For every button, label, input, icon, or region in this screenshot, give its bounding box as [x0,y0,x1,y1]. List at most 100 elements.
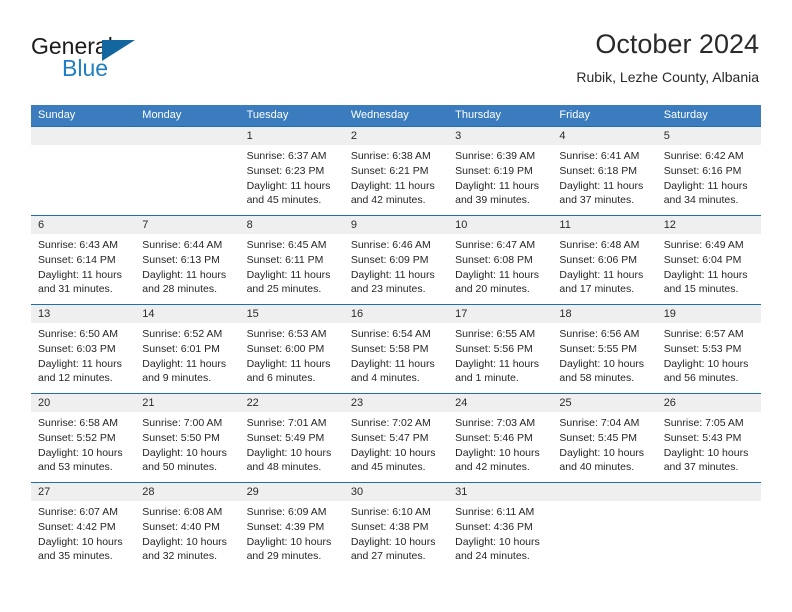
day-cell[interactable] [552,501,656,571]
day-number[interactable]: 27 [31,483,135,501]
day-cell[interactable]: Sunrise: 6:57 AM Sunset: 5:53 PM Dayligh… [657,323,761,393]
day-cell[interactable]: Sunrise: 7:05 AM Sunset: 5:43 PM Dayligh… [657,412,761,482]
day-number[interactable]: 12 [657,216,761,234]
day-number[interactable]: 19 [657,305,761,323]
day-cell[interactable]: Sunrise: 6:42 AM Sunset: 6:16 PM Dayligh… [657,145,761,215]
day-cell[interactable]: Sunrise: 7:03 AM Sunset: 5:46 PM Dayligh… [448,412,552,482]
day-number[interactable]: 26 [657,394,761,412]
day-cell[interactable]: Sunrise: 6:45 AM Sunset: 6:11 PM Dayligh… [240,234,344,304]
day-number[interactable]: 5 [657,127,761,145]
day-cell[interactable]: Sunrise: 6:50 AM Sunset: 6:03 PM Dayligh… [31,323,135,393]
day-number[interactable] [135,127,239,145]
sunset-text: Sunset: 6:13 PM [142,253,220,266]
sunrise-text: Sunrise: 6:53 AM [246,328,327,340]
day-number[interactable]: 6 [31,216,135,234]
day-cell[interactable]: Sunrise: 6:46 AM Sunset: 6:09 PM Dayligh… [344,234,448,304]
day-cell[interactable]: Sunrise: 6:41 AM Sunset: 6:18 PM Dayligh… [552,145,656,215]
day-cell[interactable]: Sunrise: 6:44 AM Sunset: 6:13 PM Dayligh… [135,234,239,304]
day-cell[interactable]: Sunrise: 6:07 AM Sunset: 4:42 PM Dayligh… [31,501,135,571]
weekday-monday: Monday [142,109,182,121]
day-number[interactable]: 7 [135,216,239,234]
day-cell[interactable]: Sunrise: 6:52 AM Sunset: 6:01 PM Dayligh… [135,323,239,393]
day-cell[interactable]: Sunrise: 6:56 AM Sunset: 5:55 PM Dayligh… [552,323,656,393]
day-cell[interactable]: Sunrise: 6:08 AM Sunset: 4:40 PM Dayligh… [135,501,239,571]
day-cell[interactable]: Sunrise: 7:02 AM Sunset: 5:47 PM Dayligh… [344,412,448,482]
day-cell[interactable] [31,145,135,215]
sunrise-text: Sunrise: 6:10 AM [350,506,431,518]
day-number[interactable]: 1 [240,127,344,145]
day-number[interactable]: 8 [240,216,344,234]
day-number[interactable]: 4 [552,127,656,145]
day-number[interactable] [31,127,135,145]
day-number[interactable]: 21 [135,394,239,412]
day-cell[interactable]: Sunrise: 6:54 AM Sunset: 5:58 PM Dayligh… [344,323,448,393]
day-number[interactable]: 14 [135,305,239,323]
day-cell[interactable]: Sunrise: 6:39 AM Sunset: 6:19 PM Dayligh… [448,145,552,215]
day-cell[interactable]: Sunrise: 6:58 AM Sunset: 5:52 PM Dayligh… [31,412,135,482]
daylight-text: Daylight: 11 hours and 1 minute. [455,357,539,385]
day-number[interactable]: 24 [448,394,552,412]
day-number[interactable]: 30 [344,483,448,501]
day-cell[interactable]: Sunrise: 6:09 AM Sunset: 4:39 PM Dayligh… [240,501,344,571]
day-cell[interactable]: Sunrise: 6:38 AM Sunset: 6:21 PM Dayligh… [344,145,448,215]
day-number[interactable]: 15 [240,305,344,323]
day-number[interactable]: 10 [448,216,552,234]
day-number[interactable]: 25 [552,394,656,412]
sunset-text: Sunset: 4:36 PM [455,520,533,533]
day-cell[interactable]: Sunrise: 6:49 AM Sunset: 6:04 PM Dayligh… [657,234,761,304]
weekday-saturday: Saturday [663,109,708,121]
day-number[interactable]: 17 [448,305,552,323]
week-detail-band: Sunrise: 6:43 AM Sunset: 6:14 PM Dayligh… [31,234,761,304]
day-number[interactable]: 22 [240,394,344,412]
sunset-text: Sunset: 6:23 PM [246,164,325,177]
day-cell[interactable]: Sunrise: 6:10 AM Sunset: 4:38 PM Dayligh… [344,501,448,571]
day-cell[interactable]: Sunrise: 6:55 AM Sunset: 5:56 PM Dayligh… [448,323,552,393]
sunrise-text: Sunrise: 7:00 AM [142,417,223,429]
day-cell[interactable]: Sunrise: 7:04 AM Sunset: 5:45 PM Dayligh… [552,412,656,482]
day-number[interactable]: 2 [344,127,448,145]
daylight-text: Daylight: 10 hours and 24 minutes. [455,535,540,563]
day-number[interactable]: 28 [135,483,239,501]
day-cell[interactable]: Sunrise: 7:00 AM Sunset: 5:50 PM Dayligh… [135,412,239,482]
sunset-text: Sunset: 6:09 PM [350,253,429,266]
calendar-page: General Blue October 2024 Rubik, Lezhe C… [0,0,792,612]
day-cell[interactable] [657,501,761,571]
day-cell[interactable]: Sunrise: 6:53 AM Sunset: 6:00 PM Dayligh… [240,323,344,393]
daylight-text: Daylight: 10 hours and 32 minutes. [142,535,227,563]
day-cell[interactable]: Sunrise: 6:37 AM Sunset: 6:23 PM Dayligh… [240,145,344,215]
sunrise-text: Sunrise: 6:58 AM [38,417,118,429]
week-detail-band: Sunrise: 6:58 AM Sunset: 5:52 PM Dayligh… [31,412,761,482]
day-cell[interactable]: Sunrise: 7:01 AM Sunset: 5:49 PM Dayligh… [240,412,344,482]
day-cell[interactable]: Sunrise: 6:48 AM Sunset: 6:06 PM Dayligh… [552,234,656,304]
day-cell[interactable] [135,145,239,215]
day-cell[interactable]: Sunrise: 6:11 AM Sunset: 4:36 PM Dayligh… [448,501,552,571]
day-number[interactable]: 31 [448,483,552,501]
week-daynum-band: 13 14 15 16 17 18 19 [31,305,761,323]
daylight-text: Daylight: 10 hours and 35 minutes. [38,535,123,563]
sunset-text: Sunset: 4:38 PM [350,520,429,533]
sunset-text: Sunset: 4:40 PM [142,520,220,533]
sunset-text: Sunset: 5:55 PM [559,342,638,355]
day-number[interactable]: 11 [552,216,656,234]
day-number[interactable]: 16 [344,305,448,323]
day-cell[interactable]: Sunrise: 6:43 AM Sunset: 6:14 PM Dayligh… [31,234,135,304]
sunset-text: Sunset: 5:52 PM [38,431,116,444]
day-number[interactable]: 3 [448,127,552,145]
day-number[interactable] [657,483,761,501]
day-number[interactable]: 13 [31,305,135,323]
day-number[interactable]: 29 [240,483,344,501]
sunrise-text: Sunrise: 6:46 AM [350,239,431,251]
daylight-text: Daylight: 11 hours and 20 minutes. [455,268,539,296]
day-number[interactable]: 23 [344,394,448,412]
day-number[interactable] [552,483,656,501]
weekday-thursday: Thursday [455,109,501,121]
generalblue-logo[interactable]: General Blue [31,33,191,85]
day-cell[interactable]: Sunrise: 6:47 AM Sunset: 6:08 PM Dayligh… [448,234,552,304]
day-number[interactable]: 9 [344,216,448,234]
weekday-friday: Friday [559,109,590,121]
page-title: October 2024 [595,29,759,59]
day-number[interactable]: 20 [31,394,135,412]
day-number[interactable]: 18 [552,305,656,323]
week-row: 27 28 29 30 31 Sunrise: 6:07 AM Sunset: … [31,482,761,571]
sunset-text: Sunset: 6:14 PM [38,253,116,266]
